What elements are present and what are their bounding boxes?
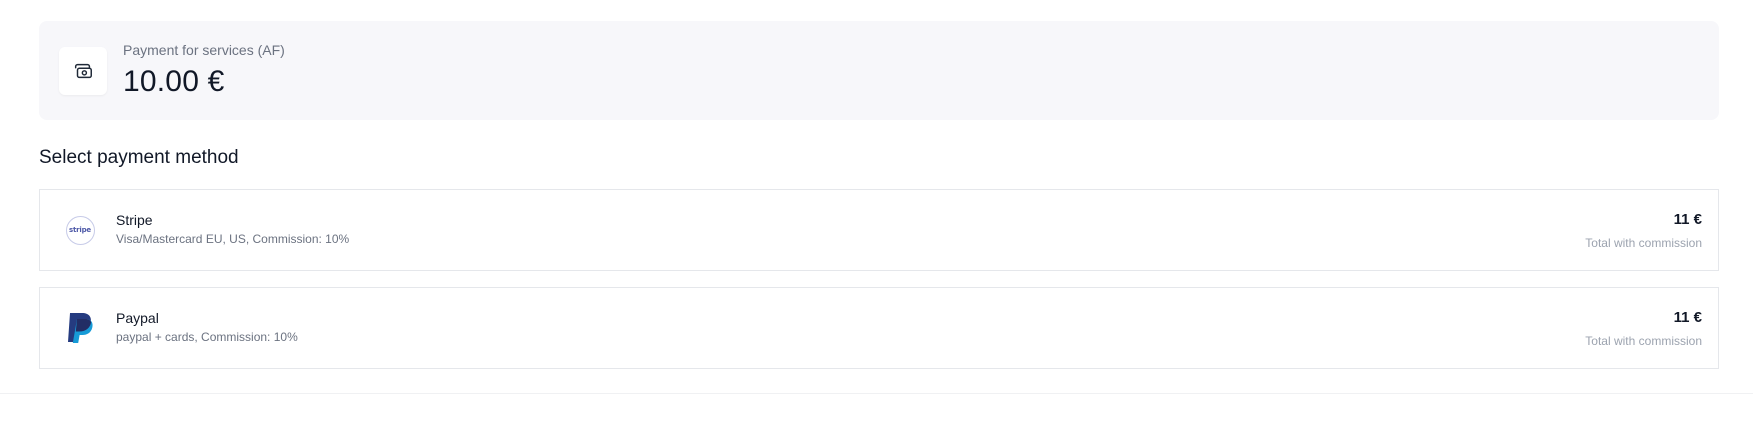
method-name: Stripe	[116, 212, 153, 228]
stripe-logo-icon: stripe	[65, 215, 95, 245]
section-title: Select payment method	[39, 147, 239, 168]
method-total: 11 €	[1673, 211, 1702, 228]
method-total-note: Total with commission	[1585, 236, 1702, 250]
cash-icon	[74, 63, 92, 79]
summary-icon-box	[59, 47, 107, 95]
payment-page: Payment for services (AF) 10.00 € Select…	[0, 0, 1753, 435]
paypal-logo	[64, 312, 96, 344]
summary-amount: 10.00 €	[123, 65, 225, 98]
payment-summary-card: Payment for services (AF) 10.00 €	[39, 21, 1719, 120]
stripe-logo: stripe	[64, 214, 96, 246]
bottom-divider	[0, 393, 1753, 394]
method-description: paypal + cards, Commission: 10%	[116, 330, 298, 344]
method-total: 11 €	[1673, 309, 1702, 326]
method-description: Visa/Mastercard EU, US, Commission: 10%	[116, 232, 350, 246]
payment-method-stripe[interactable]: stripe Stripe Visa/Mastercard EU, US, Co…	[39, 189, 1719, 271]
payment-method-paypal[interactable]: Paypal paypal + cards, Commission: 10% 1…	[39, 287, 1719, 369]
paypal-logo-icon	[68, 313, 93, 343]
method-total-note: Total with commission	[1585, 334, 1702, 348]
method-name: Paypal	[116, 310, 159, 326]
summary-label: Payment for services (AF)	[123, 42, 285, 58]
